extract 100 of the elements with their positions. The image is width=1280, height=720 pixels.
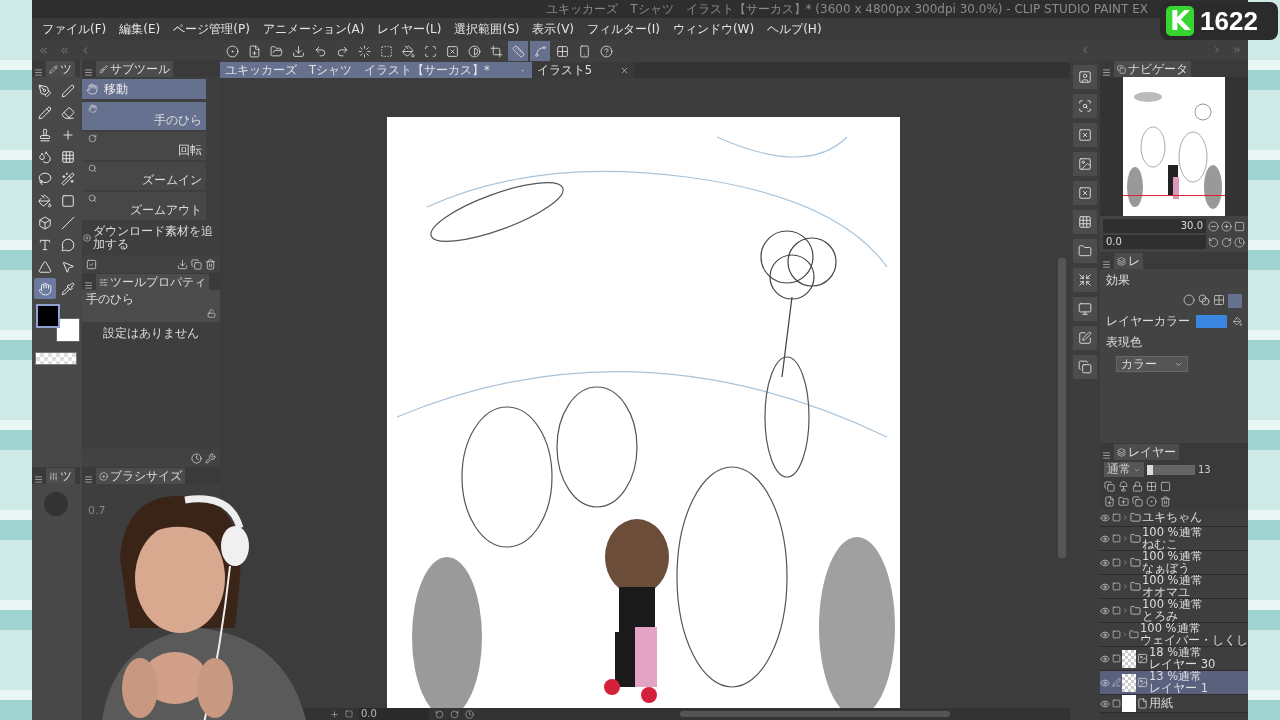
navigator-icon [1117,64,1126,74]
tool-tab[interactable]: ツ [46,468,75,484]
menu-item[interactable]: ウィンドウ(W) [666,20,761,38]
plus-icon [60,127,75,142]
layer-row[interactable]: ユキちゃん [1100,509,1248,527]
side-button[interactable] [1073,123,1097,147]
folder-icon [1130,533,1141,544]
layer-mode: 18 %通常 [1149,647,1204,659]
checkbox-icon [1111,630,1121,639]
side-button[interactable] [1073,355,1097,379]
eye-icon [1100,512,1110,523]
layer-name: オオマユ [1142,586,1190,598]
plus-icon [330,709,339,719]
circle-icon [1183,294,1195,306]
side-button[interactable] [1073,152,1097,176]
expression-select[interactable]: カラー [1116,356,1188,372]
transparent-swatch[interactable] [35,352,77,365]
layer-row[interactable]: 100 %通常 とろみ [1100,599,1248,623]
side-button[interactable] [1073,94,1097,118]
subtool-item[interactable]: ズームアウト [82,192,206,220]
color-swatch[interactable] [56,318,80,342]
menu-item[interactable]: 選択範囲(S) [448,20,526,38]
color-swatch[interactable] [36,304,60,328]
side-button[interactable] [1073,239,1097,263]
subtool-group[interactable]: 移動 [82,79,206,99]
menu-icon [34,68,43,77]
layer-property-tab[interactable]: レ [1114,253,1143,269]
brush-size-reading: 0.7 [88,504,107,517]
droplets-icon [37,149,52,164]
layer-row[interactable]: 100 %通常 ウェイバー・しくし [1100,623,1248,647]
menu-item[interactable]: ヘルプ(H) [761,20,828,38]
layer-row[interactable]: 用紙 [1100,695,1248,713]
subtool-item[interactable]: ズームイン [82,162,206,190]
scrollbar[interactable] [1058,258,1066,558]
tool-property-tab[interactable]: ツールプロパティ [96,274,209,290]
angle-field[interactable]: 0.0 [1103,235,1206,249]
pointer-icon [60,259,75,274]
checkbox-icon [1111,558,1121,567]
cross-box-icon [1078,128,1092,142]
clip-icon [1104,481,1115,492]
lasso-icon [37,171,52,186]
eye-icon [1100,581,1110,592]
square-icon [345,710,353,718]
rotate-icon [1208,236,1219,248]
menu-item[interactable]: フィルター(I) [581,20,666,38]
marker-icon [60,83,75,98]
bucket-icon [401,44,415,58]
side-button[interactable] [1073,268,1097,292]
navigator-tab[interactable]: ナビゲータ [1114,61,1191,77]
subtool-item[interactable]: 手のひら [82,102,206,130]
effect-label: 効果 [1106,273,1131,288]
document-tab[interactable]: ユキッカーズ Tシャツ イラスト【サーカス】* [220,62,532,78]
copy-icon [1078,360,1092,374]
layer-row[interactable]: 100 %通常 なぁぼう [1100,551,1248,575]
help-icon [599,44,613,58]
scrollbar[interactable] [680,711,950,717]
subtool-item[interactable]: 回転 [82,132,206,160]
eye-icon [1100,533,1110,544]
layer-mode: 13 %通常 [1149,671,1204,683]
subtool-tab[interactable]: サブツール [96,61,173,77]
menu-item[interactable]: レイヤー(L) [371,20,448,38]
menu-item[interactable]: ページ管理(P) [167,20,256,38]
eye-icon [1100,629,1110,640]
menu-icon [1102,68,1111,77]
sliders-icon [99,277,108,287]
monitor-icon [1078,302,1092,316]
side-button[interactable] [1073,181,1097,205]
side-button[interactable] [1073,326,1097,350]
menu-item[interactable]: 表示(V) [526,20,581,38]
menu-icon [34,475,43,484]
layer-row[interactable]: 100 %通常 オオマユ [1100,575,1248,599]
folder-icon [1078,244,1092,258]
badge-count: 1622 [1200,5,1258,37]
add-material-link[interactable]: ダウンロード素材を追加する [93,225,219,251]
lock-icon [207,309,216,318]
menu-item[interactable]: ファイル(F) [36,20,113,38]
side-button[interactable] [1073,210,1097,234]
expand-icon [1212,45,1222,55]
opacity-slider-fill[interactable] [1147,464,1154,475]
brush-size-tab[interactable]: ブラシサイズ [96,468,185,484]
side-button[interactable] [1073,297,1097,321]
side-button[interactable] [1073,65,1097,89]
tool-button[interactable] [33,278,56,299]
zoom-field[interactable]: 30.0 [1103,219,1206,233]
menu-item[interactable]: 編集(E) [113,20,167,38]
hand-icon [37,281,52,296]
layer-color-chip[interactable] [1196,315,1227,328]
image-icon [1137,677,1148,688]
layer-row[interactable]: 13 %通常 レイヤー 1 [1100,671,1248,695]
menu-item[interactable]: アニメーション(A) [256,20,371,38]
layer-row[interactable]: 18 %通常 レイヤー 30 [1100,647,1248,671]
blend-select[interactable]: 通常 [1104,462,1144,477]
layer-row[interactable]: 100 %通常 ねむこ [1100,527,1248,551]
document-tab[interactable]: イラスト5 [531,62,635,78]
angle-field[interactable]: 0.0 [359,708,429,720]
ruler-icon [1160,481,1171,492]
tool-tab[interactable]: ツ [46,61,75,77]
layer-tab[interactable]: レイヤー [1114,444,1179,460]
layer-name: 用紙 [1149,697,1173,710]
grid-icon [555,44,569,58]
